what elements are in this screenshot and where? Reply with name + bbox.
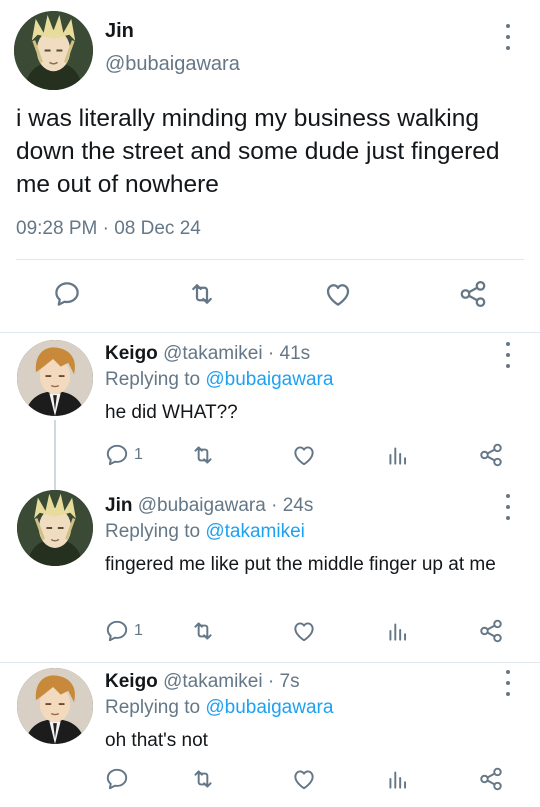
author-name[interactable]: Jin <box>105 495 132 516</box>
main-tweet: Jin @bubaigawara i was literally minding… <box>0 0 540 333</box>
divider <box>16 259 524 260</box>
reply-button[interactable] <box>52 279 82 309</box>
tweet-timestamp: 09:28 PM · 08 Dec 24 <box>16 218 201 240</box>
replying-to: Replying to @bubaigawara <box>105 368 333 392</box>
author-handle[interactable]: @bubaigawara <box>138 495 266 516</box>
reply-time: · 41s <box>267 343 311 364</box>
reply-button[interactable] <box>104 766 134 792</box>
author-handle[interactable]: @takamikei <box>163 343 263 364</box>
share-icon <box>458 279 488 309</box>
retweet-icon <box>190 766 216 792</box>
author-name[interactable]: Keigo <box>105 671 158 692</box>
avatar-jin-image <box>14 11 93 90</box>
share-button[interactable] <box>478 766 504 792</box>
retweet-icon <box>187 279 217 309</box>
analytics-button[interactable] <box>385 442 411 468</box>
analytics-icon <box>385 766 411 792</box>
mention-link[interactable]: @bubaigawara <box>205 369 333 390</box>
retweet-icon <box>190 618 216 644</box>
retweet-button[interactable] <box>187 279 217 309</box>
reply-text: fingered me like put the middle finger u… <box>105 554 496 575</box>
share-icon <box>478 618 504 644</box>
reply-header: Jin @bubaigawara · 24s <box>105 494 313 518</box>
reply-text: oh that's not <box>105 730 208 751</box>
comment-icon <box>52 279 82 309</box>
author-handle[interactable]: @bubaigawara <box>105 53 240 76</box>
avatar-keigo-image <box>17 668 93 744</box>
share-button[interactable] <box>478 442 504 468</box>
divider <box>0 662 540 663</box>
author-name[interactable]: Jin <box>105 20 134 43</box>
replying-to-label: Replying to <box>105 521 206 542</box>
retweet-button[interactable] <box>190 766 216 792</box>
tweet-time: 09:28 PM <box>16 218 98 239</box>
comment-icon <box>104 442 130 468</box>
retweet-icon <box>190 442 216 468</box>
like-button[interactable] <box>291 766 317 792</box>
more-options-icon[interactable] <box>503 342 513 368</box>
reply-count: 1 <box>134 446 143 463</box>
share-icon <box>478 442 504 468</box>
like-button[interactable] <box>323 279 353 309</box>
comment-icon <box>104 618 130 644</box>
avatar[interactable] <box>17 668 93 744</box>
analytics-icon <box>385 618 411 644</box>
retweet-button[interactable] <box>190 618 216 644</box>
reply-text: he did WHAT?? <box>105 402 238 423</box>
mention-link[interactable]: @bubaigawara <box>205 697 333 718</box>
more-options-icon[interactable] <box>503 24 513 50</box>
avatar[interactable] <box>14 11 93 90</box>
like-button[interactable] <box>291 442 317 468</box>
analytics-button[interactable] <box>385 618 411 644</box>
replying-to: Replying to @bubaigawara <box>105 696 333 720</box>
tweet-text: i was literally minding my business walk… <box>16 105 500 198</box>
tweet-date-separator: · <box>102 218 109 239</box>
avatar[interactable] <box>17 340 93 416</box>
reply-time: · 24s <box>271 495 314 516</box>
reply-button[interactable]: 1 <box>104 442 143 468</box>
comment-icon <box>104 766 130 792</box>
replying-to: Replying to @takamikei <box>105 520 305 544</box>
author-handle[interactable]: @takamikei <box>163 671 263 692</box>
divider <box>0 332 540 333</box>
reply-header: Keigo @takamikei · 7s <box>105 670 300 694</box>
heart-icon <box>323 279 353 309</box>
like-button[interactable] <box>291 618 317 644</box>
mention-link[interactable]: @takamikei <box>205 521 305 542</box>
avatar-keigo-image <box>17 340 93 416</box>
thread-line <box>54 420 56 490</box>
author-name[interactable]: Keigo <box>105 343 158 364</box>
analytics-icon <box>385 442 411 468</box>
reply-button[interactable]: 1 <box>104 618 143 644</box>
heart-icon <box>291 442 317 468</box>
reply-time: · 7s <box>267 671 300 692</box>
heart-icon <box>291 766 317 792</box>
share-button[interactable] <box>478 618 504 644</box>
share-button[interactable] <box>458 279 488 309</box>
avatar[interactable] <box>17 490 93 566</box>
heart-icon <box>291 618 317 644</box>
tweet-date: 08 Dec 24 <box>114 218 201 239</box>
reply-count: 1 <box>134 622 143 639</box>
replying-to-label: Replying to <box>105 369 206 390</box>
replying-to-label: Replying to <box>105 697 206 718</box>
more-options-icon[interactable] <box>503 494 513 520</box>
retweet-button[interactable] <box>190 442 216 468</box>
reply-header: Keigo @takamikei · 41s <box>105 342 310 366</box>
more-options-icon[interactable] <box>503 670 513 696</box>
share-icon <box>478 766 504 792</box>
analytics-button[interactable] <box>385 766 411 792</box>
avatar-jin-image <box>17 490 93 566</box>
